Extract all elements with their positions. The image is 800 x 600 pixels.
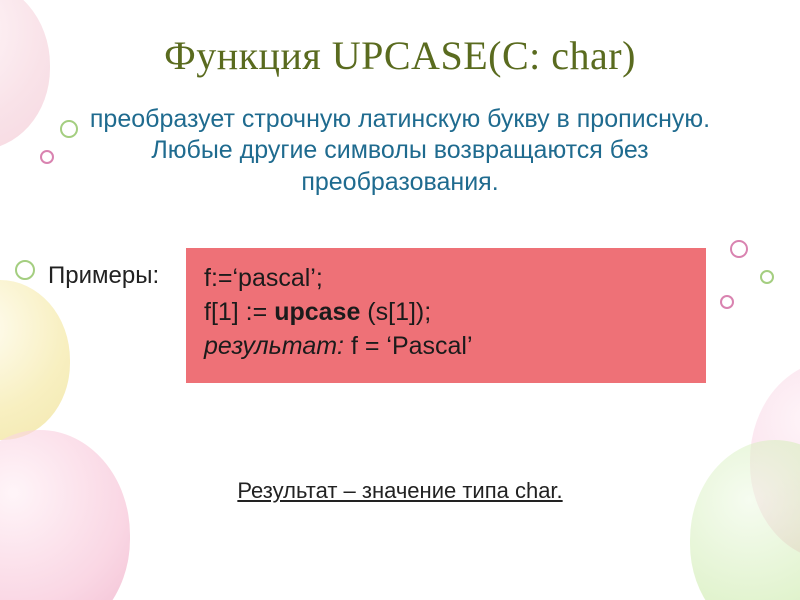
code-result-value: f = ‘Pascal’ <box>344 332 473 360</box>
examples-label: Примеры: <box>48 262 159 290</box>
slide-title: Функция UPCASE(C: char) <box>0 32 800 79</box>
code-result-label: результат: <box>204 332 344 360</box>
code-line-2: f[1] := upcase (s[1]); <box>204 296 688 330</box>
slide: Функция UPCASE(C: char) преобразует стро… <box>0 0 800 600</box>
decor-balloon <box>0 430 130 600</box>
code-line-3: результат: f = ‘Pascal’ <box>204 330 688 364</box>
decor-confetti <box>720 295 734 309</box>
decor-confetti <box>730 240 748 258</box>
code-line-1: f:=‘pascal’; <box>204 262 688 296</box>
decor-confetti <box>760 270 774 284</box>
decor-balloon <box>0 280 70 440</box>
decor-confetti <box>15 260 35 280</box>
slide-description: преобразует строчную латинскую букву в п… <box>70 104 730 198</box>
footer-note: Результат – значение типа char. <box>0 478 800 504</box>
decor-balloon <box>690 440 800 600</box>
code-text: (s[1]); <box>360 298 431 326</box>
code-keyword: upcase <box>274 298 360 326</box>
code-text: f[1] := <box>204 298 274 326</box>
code-example-box: f:=‘pascal’; f[1] := upcase (s[1]); резу… <box>186 248 706 383</box>
decor-confetti <box>40 150 54 164</box>
